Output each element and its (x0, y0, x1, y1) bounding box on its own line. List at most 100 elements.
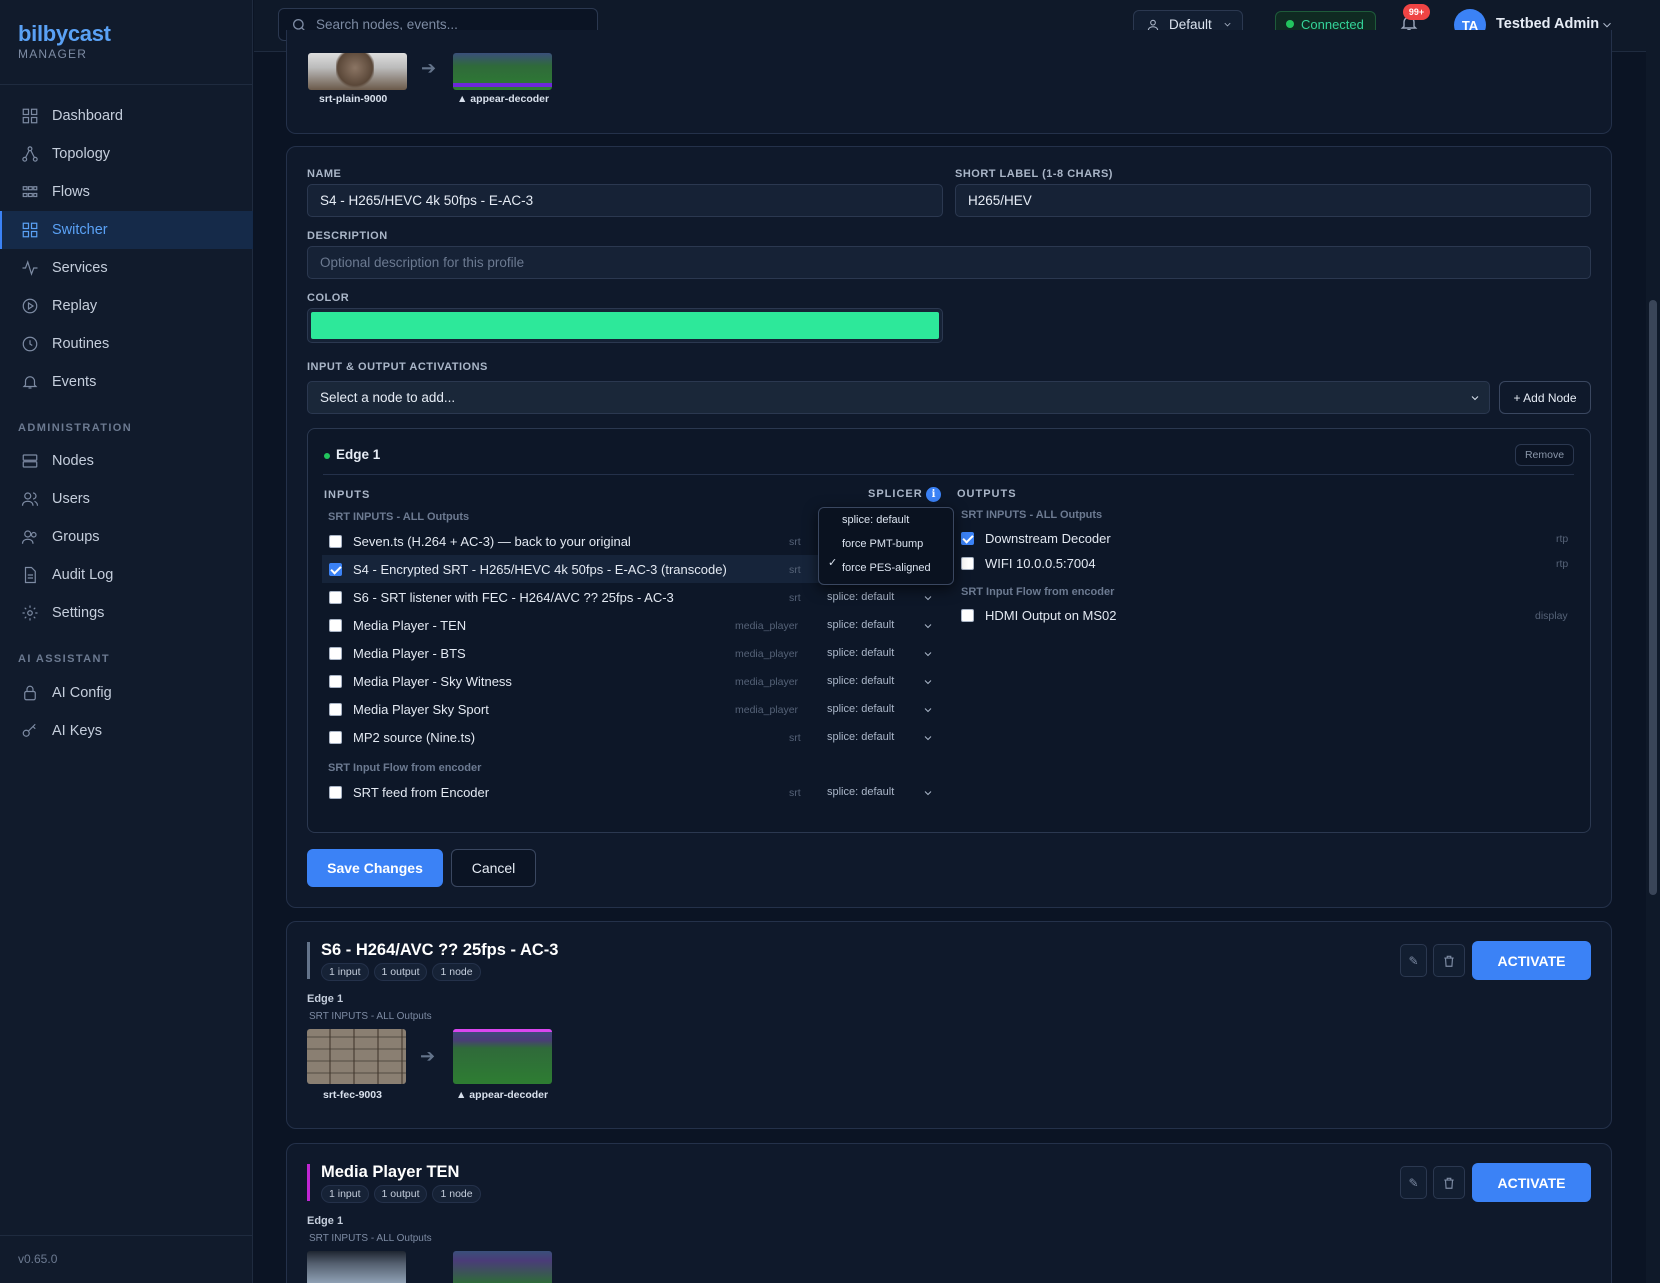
cancel-button[interactable]: Cancel (451, 849, 536, 887)
scrollbar-thumb[interactable] (1649, 300, 1657, 895)
divider (0, 84, 252, 85)
chevron-down-icon[interactable] (922, 787, 934, 799)
input-checkbox[interactable] (329, 646, 342, 660)
splice-select[interactable]: splice: default (827, 675, 894, 687)
ai-nav: AI Config AI Keys (0, 674, 253, 750)
splice-select[interactable]: splice: default (827, 703, 894, 715)
input-name: S6 - SRT listener with FEC - H264/AVC ??… (353, 589, 674, 605)
check-icon: ✓ (828, 557, 838, 569)
info-icon[interactable]: i (926, 487, 941, 502)
output-row[interactable]: HDMI Output on MS02 (954, 601, 1117, 629)
name-field[interactable]: S4 - H265/HEVC 4k 50fps - E-AC-3 (307, 184, 943, 217)
output-checkbox[interactable] (961, 608, 974, 622)
add-node-button[interactable]: + Add Node (1499, 381, 1591, 414)
output-row[interactable]: Downstream Decoder (954, 524, 1111, 552)
nav-services[interactable]: Services (0, 249, 253, 287)
short-label-field[interactable]: H265/HEV (955, 184, 1591, 217)
chevron-down-icon[interactable] (922, 620, 934, 632)
chevron-down-icon[interactable] (922, 732, 934, 744)
input-checkbox[interactable] (329, 562, 342, 576)
nav-settings[interactable]: Settings (0, 594, 253, 632)
divider (323, 474, 1574, 475)
input-row[interactable]: Media Player - TEN (322, 611, 466, 639)
input-checkbox[interactable] (329, 534, 342, 548)
scrollbar[interactable] (1646, 0, 1660, 1283)
input-name: Media Player - BTS (353, 645, 466, 661)
chevron-down-icon[interactable] (922, 592, 934, 604)
nav-replay[interactable]: Replay (0, 287, 253, 325)
input-checkbox[interactable] (329, 590, 342, 604)
input-checkbox[interactable] (329, 674, 342, 688)
node-select[interactable]: Select a node to add... (307, 381, 1490, 414)
input-checkbox[interactable] (329, 618, 342, 632)
description-label: DESCRIPTION (307, 230, 388, 242)
nav-ai-keys[interactable]: AI Keys (0, 712, 253, 750)
save-changes-button[interactable]: Save Changes (307, 849, 443, 887)
source-label: srt-fec-9003 (323, 1089, 382, 1101)
profile-card-partial: ➔ srt-plain-9000 ▲ appear-decoder (286, 30, 1612, 134)
color-picker[interactable] (307, 308, 943, 343)
nav-routines[interactable]: Routines (0, 325, 253, 363)
splice-option-selected[interactable]: ✓ force PES-aligned (819, 556, 953, 580)
input-type: srt (789, 564, 801, 576)
nav-users[interactable]: Users (0, 480, 253, 518)
input-name: SRT feed from Encoder (353, 784, 490, 800)
splice-option[interactable]: force PMT-bump (819, 532, 953, 556)
output-row[interactable]: WIFI 10.0.0.5:7004 (954, 549, 1096, 577)
description-field[interactable]: Optional description for this profile (307, 246, 1591, 279)
edit-button[interactable]: ✎ (1400, 1166, 1427, 1199)
nav-ai-config[interactable]: AI Config (0, 674, 253, 712)
output-type: rtp (1556, 558, 1569, 570)
chevron-down-icon[interactable] (922, 648, 934, 660)
input-row[interactable]: Seven.ts (H.264 + AC-3) — back to your o… (322, 527, 631, 555)
input-row[interactable]: S4 - Encrypted SRT - H265/HEVC 4k 50fps … (322, 555, 852, 583)
gear-icon (22, 605, 38, 621)
edge-label: Edge 1 (307, 1215, 344, 1227)
nav-label: Flows (52, 184, 90, 200)
splice-select[interactable]: splice: default (827, 786, 894, 798)
input-checkbox[interactable] (329, 785, 342, 799)
remove-edge-button[interactable]: Remove (1515, 444, 1574, 466)
delete-button[interactable] (1433, 1166, 1465, 1199)
arrow-right-icon: ➔ (420, 1046, 436, 1066)
edit-button[interactable]: ✎ (1400, 944, 1427, 977)
splice-option[interactable]: splice: default (819, 508, 953, 532)
input-row[interactable]: SRT feed from Encoder (322, 778, 489, 806)
nav-topology[interactable]: Topology (0, 135, 253, 173)
splice-select[interactable]: splice: default (827, 591, 894, 603)
input-row[interactable]: S6 - SRT listener with FEC - H264/AVC ??… (322, 583, 674, 611)
nav-switcher[interactable]: Switcher (0, 211, 253, 249)
nav-flows[interactable]: Flows (0, 173, 253, 211)
output-checkbox[interactable] (961, 531, 974, 545)
activate-button[interactable]: ACTIVATE (1472, 1163, 1591, 1202)
nav-events[interactable]: Events (0, 363, 253, 401)
input-row[interactable]: Media Player Sky Sport (322, 695, 489, 723)
pencil-icon: ✎ (1408, 1175, 1419, 1190)
chevron-down-icon[interactable] (922, 676, 934, 688)
color-swatch (311, 312, 939, 339)
input-row[interactable]: Media Player - Sky Witness (322, 667, 512, 695)
clock-icon (22, 336, 38, 352)
delete-button[interactable] (1433, 944, 1465, 977)
nav-nodes[interactable]: Nodes (0, 442, 253, 480)
splice-select[interactable]: splice: default (827, 731, 894, 743)
input-checkbox[interactable] (329, 730, 342, 744)
splice-select[interactable]: splice: default (827, 619, 894, 631)
output-checkbox[interactable] (961, 556, 974, 570)
nav-label: Groups (52, 529, 100, 545)
profile-pills: 1 input 1 output 1 node (321, 1185, 486, 1203)
nav-groups[interactable]: Groups (0, 518, 253, 556)
nav-audit-log[interactable]: Audit Log (0, 556, 253, 594)
input-row[interactable]: Media Player - BTS (322, 639, 466, 667)
bell-icon (22, 376, 38, 389)
nav-dashboard[interactable]: Dashboard (0, 97, 253, 135)
splice-select[interactable]: splice: default (827, 647, 894, 659)
input-checkbox[interactable] (329, 702, 342, 716)
app-logo[interactable]: bilbycast MANAGER (18, 21, 111, 61)
splice-dropdown-menu: splice: default force PMT-bump ✓ force PE… (818, 507, 954, 585)
input-row[interactable]: MP2 source (Nine.ts) (322, 723, 475, 751)
chevron-down-icon[interactable] (922, 704, 934, 716)
input-type: media_player (735, 704, 799, 716)
input-type: srt (789, 536, 801, 548)
activate-button[interactable]: ACTIVATE (1472, 941, 1591, 980)
